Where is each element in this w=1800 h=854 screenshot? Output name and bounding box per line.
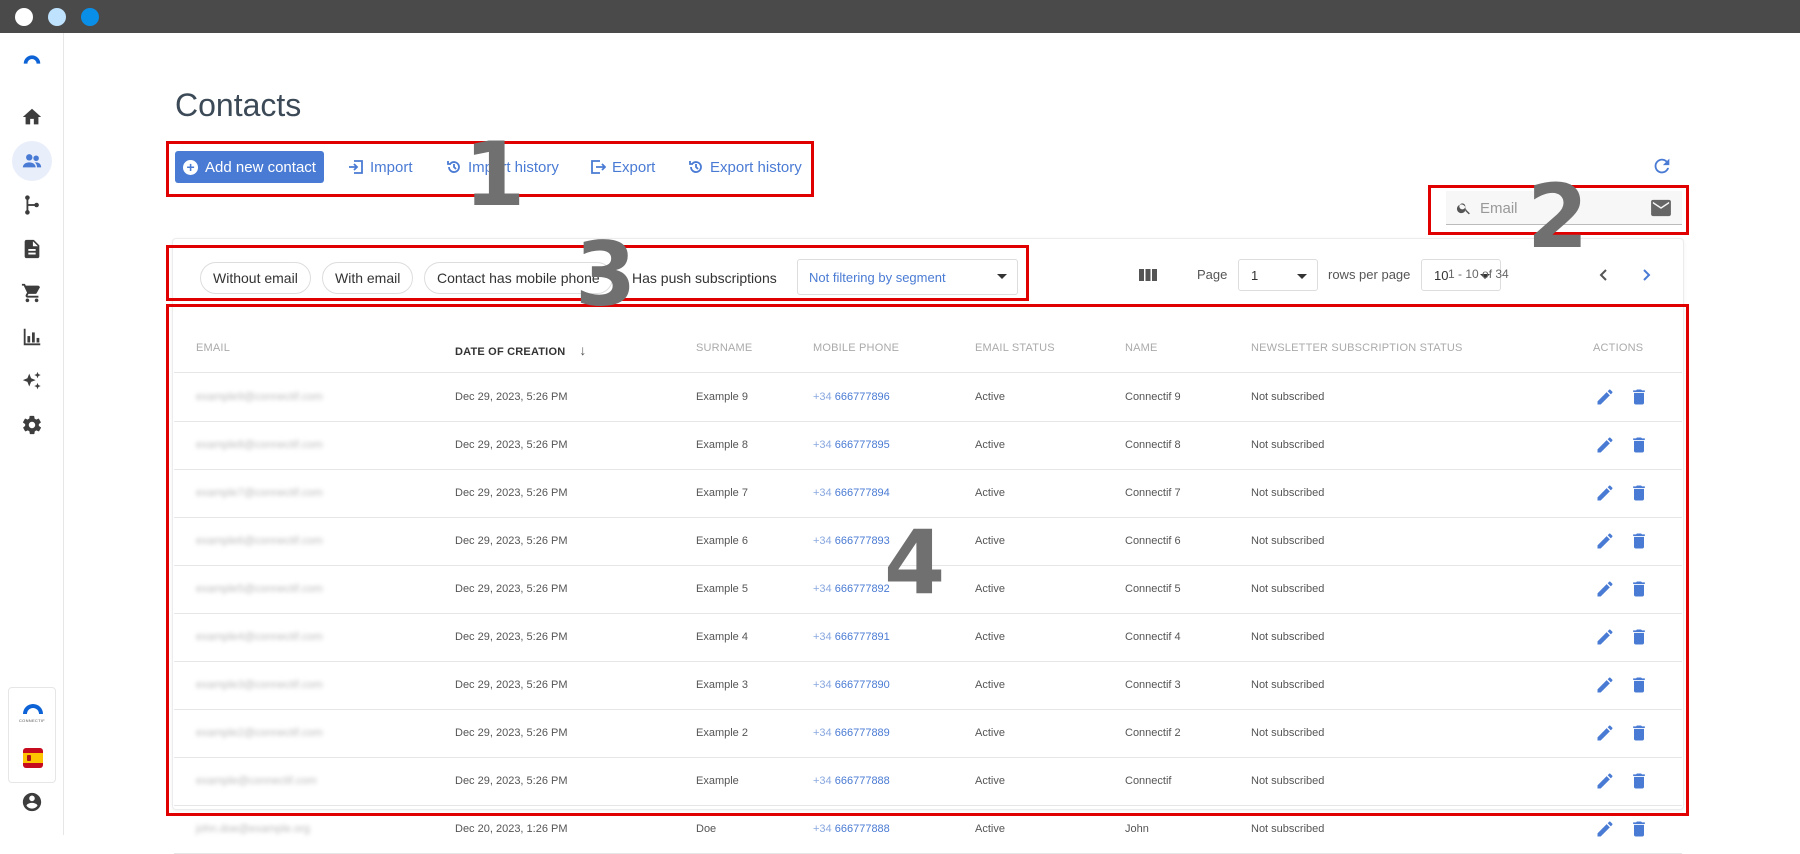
sidebar-item-content[interactable] [12, 229, 52, 269]
page-select[interactable]: 1 [1238, 259, 1318, 291]
window-maximize-dot[interactable] [81, 8, 99, 26]
bar-chart-icon [23, 328, 41, 346]
flow-icon [25, 195, 39, 215]
sidebar-item-store[interactable] [12, 273, 52, 313]
sidebar-item-flows[interactable] [12, 185, 52, 225]
phone-number: 666777888 [834, 823, 890, 835]
cell-newsletter-status: Not subscribed [1251, 823, 1325, 835]
cell-surname: Doe [696, 823, 717, 835]
annotation-label-4: 4 [884, 511, 946, 614]
page-title: Contacts [175, 87, 302, 123]
refresh-icon [1654, 158, 1670, 174]
pagination-range: 1 - 10 of 34 [1448, 267, 1509, 281]
phone-country-code: +34 [813, 823, 832, 835]
chevron-down-icon [1297, 274, 1307, 279]
brand-mini-label: CONNECTIF [18, 718, 46, 723]
cart-icon [21, 283, 41, 303]
window-minimize-dot[interactable] [48, 8, 66, 26]
sparkle-icon [22, 371, 41, 390]
refresh-button[interactable] [1651, 155, 1673, 177]
sidebar-item-contacts[interactable] [12, 141, 52, 181]
annotation-label-3: 3 [575, 223, 637, 326]
delete-icon[interactable] [1629, 819, 1649, 839]
sidebar-item-settings[interactable] [12, 405, 52, 445]
brand-logo-icon[interactable] [12, 39, 52, 79]
page-select-value: 1 [1251, 267, 1259, 283]
previous-page-button[interactable] [1592, 263, 1616, 287]
chevron-left-icon [1599, 269, 1607, 281]
brand-mini-logo-icon[interactable] [21, 702, 45, 716]
annotation-label-1: 1 [464, 123, 526, 226]
next-page-button[interactable] [1634, 263, 1658, 287]
window-titlebar [0, 0, 1800, 33]
window-close-dot[interactable] [15, 8, 33, 26]
settings-icon [22, 415, 42, 435]
sidebar-item-ai[interactable] [12, 361, 52, 401]
cell-date-of-creation: Dec 20, 2023, 1:26 PM [455, 823, 568, 835]
cell-name: John [1125, 823, 1149, 835]
annotation-label-2: 2 [1527, 165, 1589, 268]
sidebar-item-account[interactable] [12, 782, 52, 822]
sidebar: CONNECTIF [0, 33, 64, 835]
home-icon [22, 108, 42, 125]
edit-icon[interactable] [1595, 819, 1615, 839]
rows-per-page-value: 10 [1434, 267, 1449, 283]
contacts-icon [22, 154, 42, 168]
columns-icon[interactable] [1138, 267, 1158, 283]
document-icon [24, 239, 40, 259]
cell-email-status: Active [975, 823, 1005, 835]
account-icon [22, 792, 42, 812]
cell-email: john.doe@example.org [196, 823, 310, 835]
sidebar-account-box: CONNECTIF [8, 687, 56, 783]
spain-flag-icon[interactable] [23, 748, 43, 768]
sidebar-item-reports[interactable] [12, 317, 52, 357]
rows-per-page-label: rows per page [1328, 267, 1411, 282]
chevron-right-icon [1643, 269, 1651, 281]
main-content: Contacts + Add new contact Import Import… [64, 33, 1800, 854]
sidebar-item-home[interactable] [12, 97, 52, 137]
page-label: Page [1197, 267, 1228, 282]
cell-mobile-phone[interactable]: +34 666777888 [813, 823, 890, 835]
